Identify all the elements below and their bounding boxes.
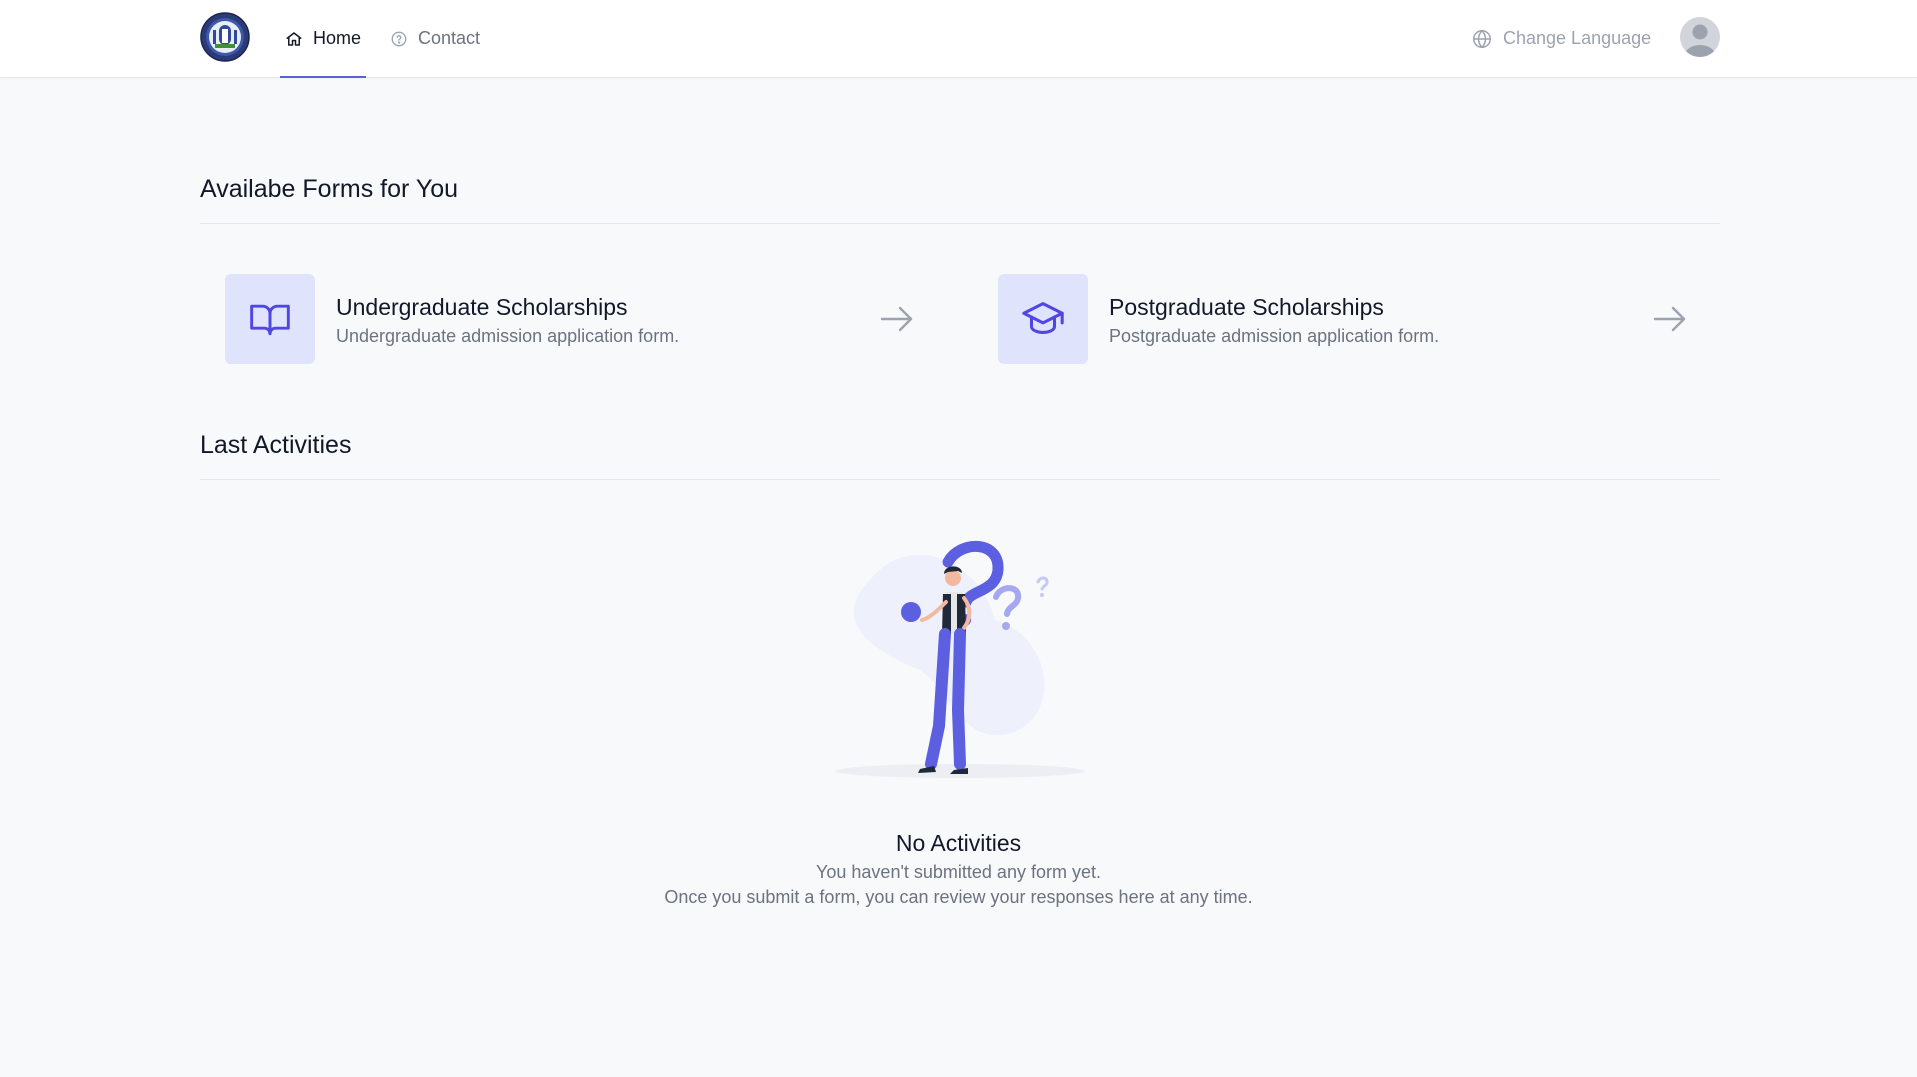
change-language-button[interactable]: Change Language xyxy=(1471,0,1651,77)
graduation-cap-icon xyxy=(1022,302,1064,334)
nav-contact-link[interactable]: Contact xyxy=(390,0,480,77)
arrow-right-icon[interactable] xyxy=(880,303,914,340)
change-language-label: Change Language xyxy=(1503,28,1652,48)
empty-state-title: No Activities xyxy=(895,830,1022,856)
globe-icon xyxy=(1473,29,1491,48)
form-card-title: Undergraduate Scholarships xyxy=(336,294,628,320)
user-icon xyxy=(1685,24,1715,57)
arrow-right-icon[interactable] xyxy=(1653,303,1687,340)
forms-section-divider xyxy=(200,223,1720,224)
activities-section-divider xyxy=(200,479,1720,480)
activities-section-title: Last Activities xyxy=(200,431,352,459)
form-card-icon-box xyxy=(998,274,1088,364)
university-logo[interactable] xyxy=(200,12,250,62)
form-card-undergraduate[interactable]: Undergraduate Scholarships Undergraduate… xyxy=(225,274,965,364)
top-navigation-bar: Home Contact Change Language xyxy=(0,0,1917,78)
form-card-description: Undergraduate admission application form… xyxy=(336,326,680,346)
nav-contact-label: Contact xyxy=(418,28,481,48)
nav-home-label: Home xyxy=(313,28,362,48)
book-open-icon xyxy=(250,304,290,336)
form-card-postgraduate[interactable]: Postgraduate Scholarships Postgraduate a… xyxy=(998,274,1738,364)
form-card-icon-box xyxy=(225,274,315,364)
form-card-title: Postgraduate Scholarships xyxy=(1109,294,1384,320)
empty-state-line-2: Once you submit a form, you can review y… xyxy=(664,887,1253,907)
forms-section-title: Availabe Forms for You xyxy=(200,175,459,203)
nav-home-link[interactable]: Home xyxy=(279,0,367,78)
question-circle-icon xyxy=(391,31,407,46)
form-card-description: Postgraduate admission application form. xyxy=(1109,326,1440,346)
empty-state-line-1: You haven't submitted any form yet. xyxy=(816,862,1101,882)
empty-state-illustration xyxy=(830,540,1090,780)
home-icon xyxy=(286,31,302,46)
user-avatar[interactable] xyxy=(1680,17,1720,57)
